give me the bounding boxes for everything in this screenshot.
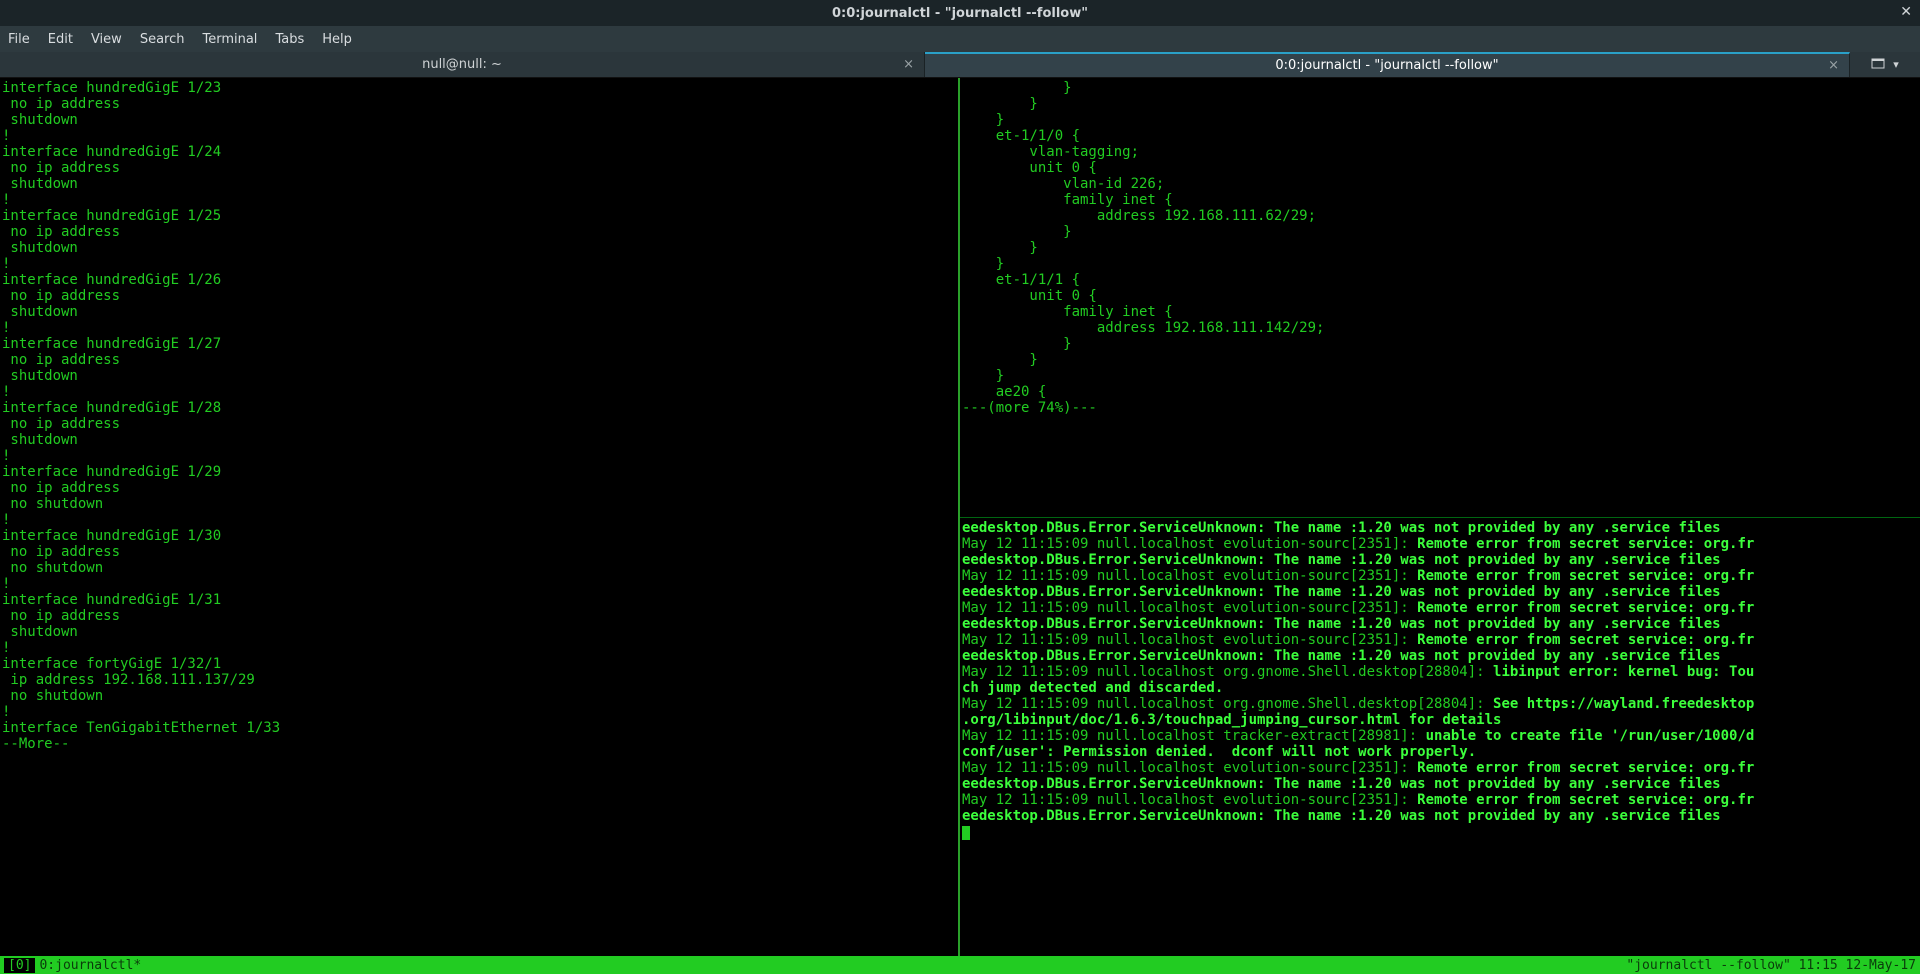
right-top-output: } } } et-1/1/0 { vlan-tagging; unit 0 { …	[960, 78, 1920, 418]
new-tab-icon[interactable]	[1871, 55, 1885, 74]
tab-label: 0:0:journalctl - "journalctl --follow"	[1275, 58, 1498, 73]
menu-view[interactable]: View	[91, 32, 122, 47]
titlebar[interactable]: 0:0:journalctl - "journalctl --follow" ✕	[0, 0, 1920, 26]
window-title: 0:0:journalctl - "journalctl --follow"	[832, 6, 1088, 21]
menu-search[interactable]: Search	[140, 32, 185, 47]
tab-close-icon[interactable]: ×	[903, 57, 914, 72]
right-pane: } } } et-1/1/0 { vlan-tagging; unit 0 { …	[960, 78, 1920, 956]
tabstrip: null@null: ~ × 0:0:journalctl - "journal…	[0, 52, 1920, 78]
menu-file[interactable]: File	[8, 32, 30, 47]
cursor	[962, 826, 970, 840]
menu-edit[interactable]: Edit	[48, 32, 73, 47]
tab-label: null@null: ~	[422, 57, 502, 72]
tab-journalctl[interactable]: 0:0:journalctl - "journalctl --follow" ×	[925, 52, 1850, 77]
tab-extras: ▾	[1850, 52, 1920, 77]
menu-terminal[interactable]: Terminal	[202, 32, 257, 47]
tab-shell[interactable]: null@null: ~ ×	[0, 52, 925, 77]
tmux-window: 0:journalctl*	[39, 958, 141, 973]
close-icon[interactable]: ✕	[1900, 4, 1912, 20]
right-bottom-pane[interactable]: eedesktop.DBus.Error.ServiceUnknown: The…	[960, 517, 1920, 957]
tmux-session: [0]	[4, 958, 35, 973]
tmux-status-right: "journalctl --follow" 11:15 12-May-17	[1626, 958, 1916, 973]
terminal-window: 0:0:journalctl - "journalctl --follow" ✕…	[0, 0, 1920, 974]
menubar: File Edit View Search Terminal Tabs Help	[0, 26, 1920, 52]
tmux-statusbar: [0] 0:journalctl* "journalctl --follow" 1…	[0, 956, 1920, 974]
left-pane[interactable]: interface hundredGigE 1/23 no ip address…	[0, 78, 960, 956]
tmux-status-left: [0] 0:journalctl*	[4, 958, 141, 973]
left-pane-output: interface hundredGigE 1/23 no ip address…	[0, 78, 958, 754]
menu-tabs[interactable]: Tabs	[275, 32, 304, 47]
right-bottom-output: eedesktop.DBus.Error.ServiceUnknown: The…	[960, 518, 1920, 842]
menu-help[interactable]: Help	[322, 32, 352, 47]
tab-close-icon[interactable]: ×	[1828, 58, 1839, 73]
terminal-area: interface hundredGigE 1/23 no ip address…	[0, 78, 1920, 956]
tab-menu-caret-icon[interactable]: ▾	[1893, 58, 1899, 71]
right-top-pane[interactable]: } } } et-1/1/0 { vlan-tagging; unit 0 { …	[960, 78, 1920, 517]
